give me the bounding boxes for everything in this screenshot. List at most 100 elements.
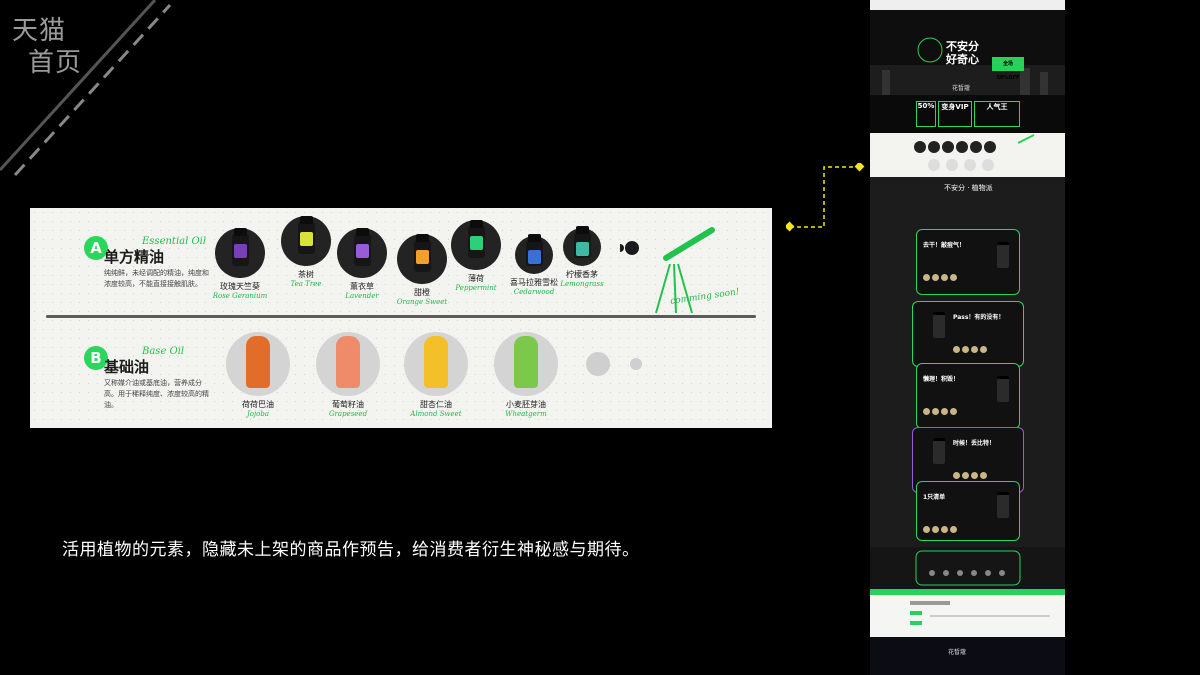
thumb-card-1-dots [923,266,959,285]
bottle-label [234,244,247,258]
base-oil-name: 甜杏仁油 [420,400,452,409]
section-divider [46,315,756,318]
thumb-card-2[interactable]: Pass！有的没有！ [912,301,1024,367]
thumb-vip-1: 50% [917,102,935,110]
essential-oil-bottle [414,234,431,272]
base-oil-item[interactable]: 荷荷巴油 Jojoba [218,332,298,418]
essential-oil-en: Cedarwood [513,288,555,296]
thumb-hero: 不安分 好奇心 全场50%OFF 花皙蔻 [870,10,1065,95]
page-thumbnail[interactable]: 不安分 好奇心 全场50%OFF 花皙蔻 50% 变身VIP 人气王 不安分 ·… [870,0,1065,675]
base-oil-en: Almond Sweet [410,410,462,418]
base-oil-bottle [514,336,538,388]
base-oil-name: 小麦胚芽油 [506,400,546,409]
essential-oil-name: 柠檬香茅 [566,270,598,279]
section-a-title: 单方精油 [104,248,165,266]
essential-oil-en: Rose Geranium [212,292,268,300]
essential-oil-item[interactable]: 茶树 Tea Tree [276,216,336,288]
essential-oil-name: 薰衣草 [350,282,374,291]
bottle-label [576,242,589,256]
base-oil-item[interactable]: 小麦胚芽油 Wheatgerm [486,332,566,418]
corner-title: 天猫 首页 [0,0,180,180]
thumb-hero-title-2: 好奇心 [946,53,979,66]
base-oil-bottle [336,336,360,388]
thumb-card-1-bottle [997,242,1009,268]
thumb-footer-logo: 花皙蔻 [948,649,967,656]
bottle-label [528,250,541,264]
thumb-oil-row-art [915,550,1021,586]
bottle-cap [356,228,369,236]
thumb-product-strip-art [914,134,1035,171]
essential-oil-bubble [337,228,387,278]
thumb-logo: 花皙蔻 [952,85,971,92]
base-oil-item[interactable]: 葡萄籽油 Grapeseed [308,332,388,418]
essential-oil-bubble [215,228,265,278]
thumb-card-2-bottle [933,312,945,338]
thumb-hero-title: 不安分 好奇心 [946,40,979,66]
essential-oil-name: 茶树 [298,270,314,279]
essential-oil-bottle [574,226,591,258]
base-oil-en: Jojoba [246,410,270,418]
thumb-footer: 花皙蔻 [870,637,1065,675]
base-oil-bubble [316,332,380,396]
thumb-card-5[interactable]: 1只清单 [916,481,1020,541]
essential-oil-item[interactable]: 薄荷 Peppermint [446,220,506,292]
essential-oil-item[interactable]: 柠檬香茅 Lemongrass [552,226,612,288]
essential-oil-en: Peppermint [455,284,497,292]
essential-oil-bubble [281,216,331,266]
thumb-card-3-dots [923,400,959,419]
thumb-vip-box-3: 人气王 [974,101,1020,127]
thumb-info-section [870,595,1065,637]
essential-oil-item[interactable]: 薰衣草 Lavender [332,228,392,300]
base-oil-item[interactable]: 甜杏仁油 Almond Sweet [396,332,476,418]
bottle-label [416,250,429,264]
caption-text: 活用植物的元素，隐藏未上架的商品作预告，给消费者衍生神秘感与期待。 [62,540,640,560]
detail-panel: A Essential Oil 单方精油 纯纯鲜，未经调配的精油，纯度和浓度较高… [30,208,772,428]
section-b-title: 基础油 [104,358,150,376]
thumb-vip-box-2: 变身VIP [938,101,972,127]
base-oil-bubble [226,332,290,396]
thumb-vip-3: 人气王 [986,103,1008,111]
thumb-card-4-label: 时候！丢比特！ [953,440,996,447]
connector-line [786,163,865,232]
thumb-card-1[interactable]: 去干！敲痘气！ [916,229,1020,295]
thumb-topbar [870,0,1065,10]
corner-title-line2: 首页 [28,48,83,78]
thumb-dark-title: 不安分 · 植物派 [944,184,993,192]
bottle-cap [528,234,541,242]
thumb-card-4-bottle [933,438,945,464]
essential-oil-bubble [451,220,501,270]
thumb-card-5-bottle [997,492,1009,518]
section-b-desc: 又称媒介油或基底油，营养成分高。用于稀释纯度、浓度较高的精油。 [104,379,209,409]
base-oil-bottle [246,336,270,388]
thumb-card-2-label: Pass！有的没有！ [953,314,1005,321]
placeholder-dot-small [630,358,642,370]
thumb-card-3[interactable]: 懒理！积毁！ [916,363,1020,429]
essential-oil-bottle [354,228,371,266]
thumb-card-2-dots [953,338,989,357]
essential-oil-bottle [468,220,485,258]
bottle-cap [470,220,483,228]
essential-oil-en: Lavender [345,292,379,300]
essential-oil-name: 甜橙 [414,288,430,297]
essential-oil-bottle [298,216,315,254]
thumb-oil-row [870,547,1065,589]
thumb-dark-section: 不安分 · 植物派 去干！敲痘气！ Pass！有的没有！ 懒理！积毁！ 时候！丢… [870,177,1065,547]
essential-oil-name: 薄荷 [468,274,484,283]
thumb-hero-tag: 全场50%OFF [992,57,1024,81]
essential-oil-item[interactable]: 甜橙 Orange Sweet [392,234,452,306]
essential-oil-bubble [515,234,553,274]
base-oil-en: Wheatgerm [505,410,547,418]
bottle-label [470,236,483,250]
thumb-info-art [910,601,1050,625]
thumb-card-5-dots [923,518,959,537]
essential-oil-en: Tea Tree [290,280,322,288]
essential-oil-bubble [563,226,601,266]
essential-oil-item[interactable]: 玫瑰天竺葵 Rose Geranium [210,228,270,300]
bottle-cap [234,228,247,236]
base-oil-bubble [494,332,558,396]
placeholder-dot-large [586,352,610,376]
base-oil-bubble [404,332,468,396]
essential-oil-bubble [397,234,447,284]
base-oil-name: 荷荷巴油 [242,400,274,409]
bottle-cap [576,226,589,234]
